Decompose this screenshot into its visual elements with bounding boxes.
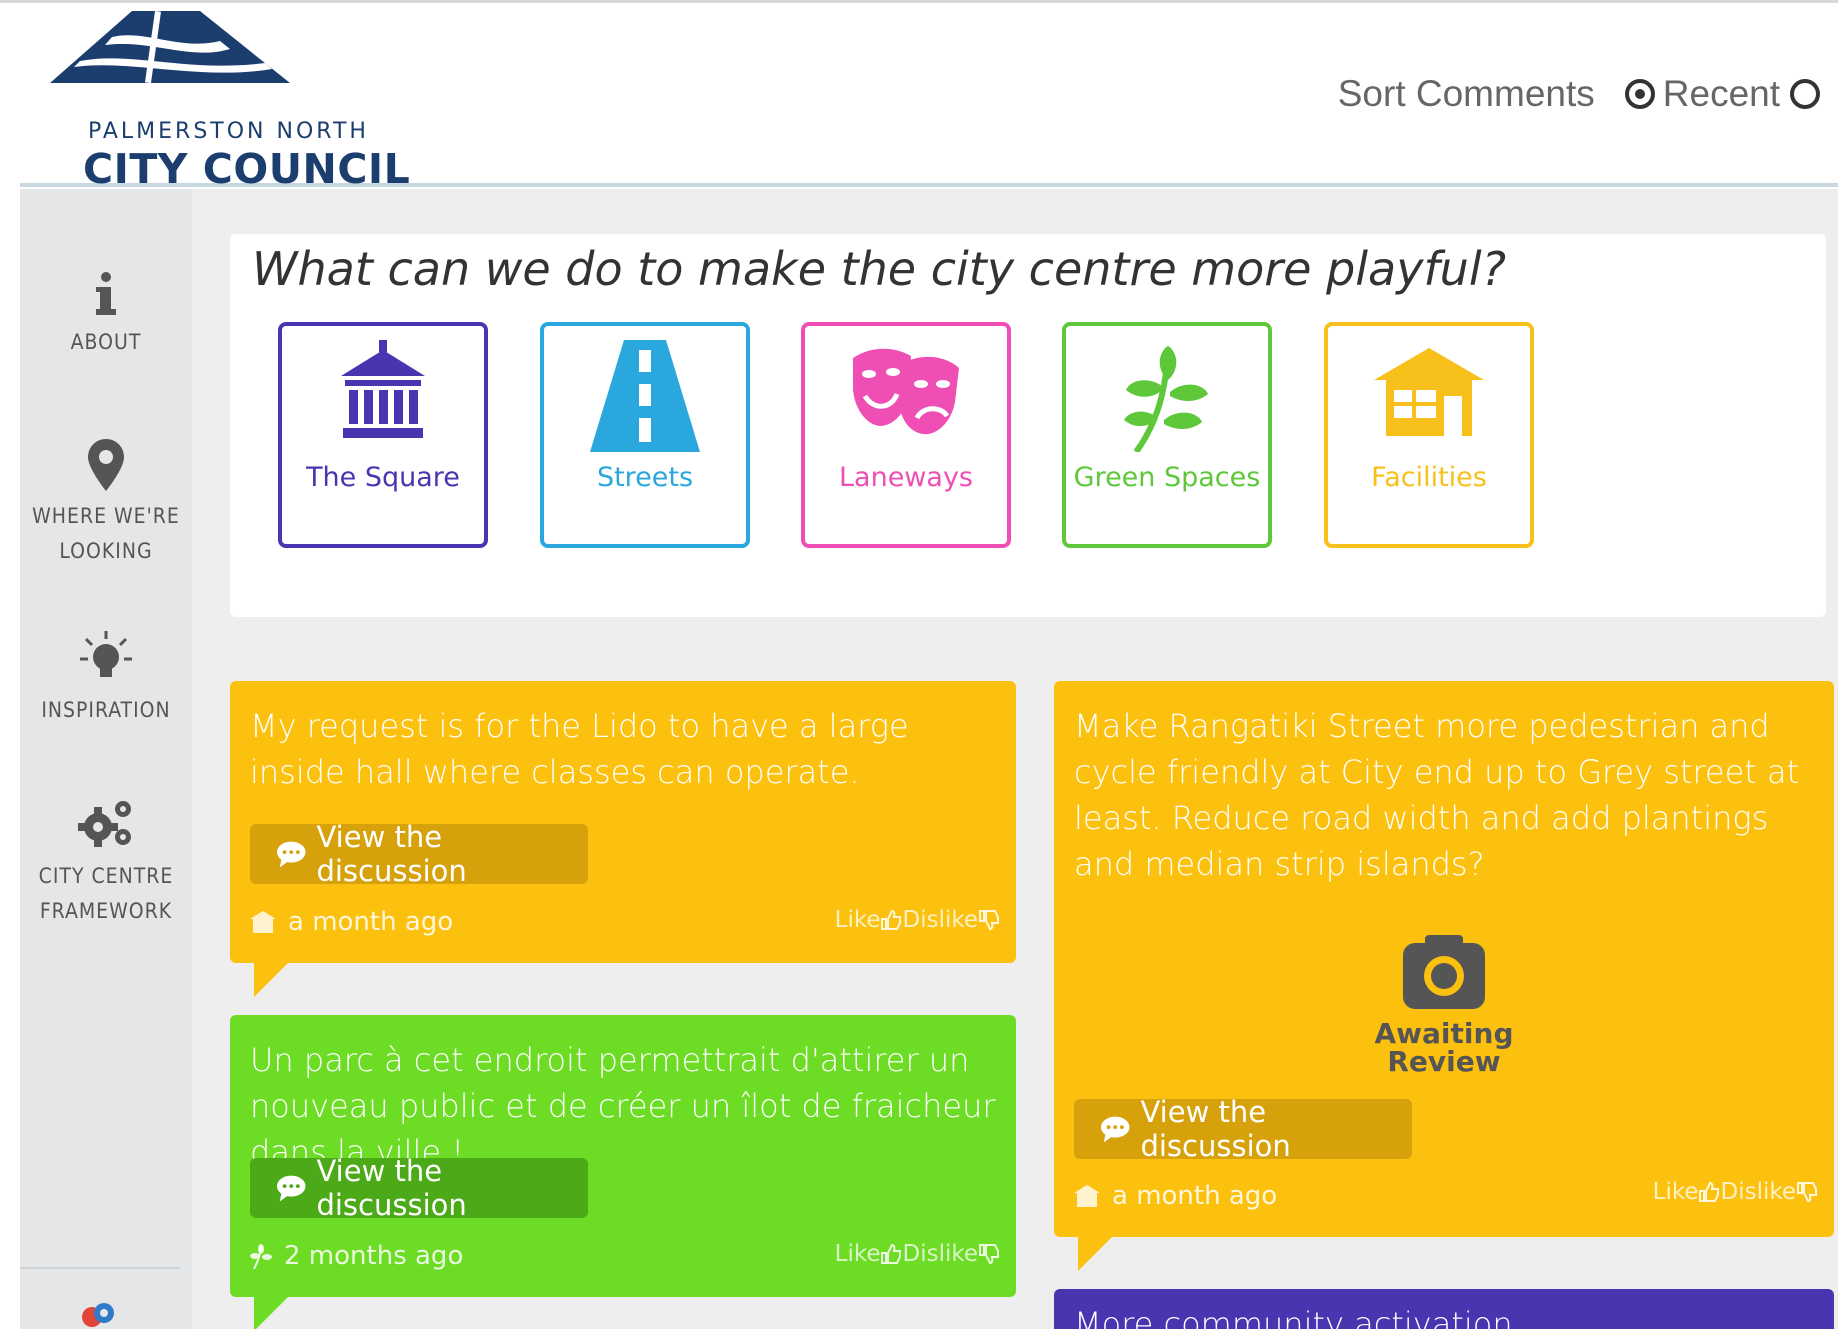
category-green-spaces[interactable]: Green Spaces xyxy=(1062,322,1272,548)
dislike-button[interactable]: Dislike xyxy=(902,1241,1000,1267)
info-icon xyxy=(96,272,116,315)
location-pins-icon[interactable] xyxy=(78,1301,124,1329)
sort-recent-radio[interactable] xyxy=(1624,79,1655,109)
comment-meta: 2 months ago xyxy=(250,1241,463,1271)
building-columns-icon xyxy=(341,340,425,438)
category-label: Streets xyxy=(596,462,694,493)
site-header: PALMERSTON NORTH CITY COUNCIL Sort Comme… xyxy=(20,3,1838,193)
category-facilities[interactable]: Facilities xyxy=(1324,322,1534,548)
map-pin-icon xyxy=(88,439,124,491)
thumbs-down-icon xyxy=(979,1244,999,1265)
dislike-button[interactable]: Dislike xyxy=(1720,1179,1818,1205)
sort-option-radio[interactable] xyxy=(1790,79,1820,109)
comment-time: a month ago xyxy=(1112,1181,1278,1211)
sidebar-item-label: ABOUT xyxy=(70,330,142,354)
comment-meta: a month ago xyxy=(250,907,453,937)
button-label: View the discussion xyxy=(316,820,467,888)
category-label: Facilities xyxy=(1371,462,1487,493)
sidebar-item-about[interactable]: ABOUT xyxy=(20,271,192,360)
category-the-square[interactable]: The Square xyxy=(278,322,488,548)
logo-mark-icon xyxy=(50,11,290,84)
comment-meta: a month ago xyxy=(1074,1181,1277,1211)
awaiting-review-badge: Awaiting Review xyxy=(1364,935,1524,1076)
like-dislike: Like Dislike xyxy=(835,907,1000,933)
sidebar-item-where-were-looking[interactable]: WHERE WE'RE LOOKING xyxy=(20,439,192,569)
category-label: Green Spaces xyxy=(1073,462,1261,493)
sidebar-divider xyxy=(20,1267,180,1269)
comment-card: My request is for the Lido to have a lar… xyxy=(230,681,1016,997)
category-laneways[interactable]: Laneways xyxy=(801,322,1011,548)
comment-text: My request is for the Lido to have a lar… xyxy=(250,707,909,791)
logo-line1: PALMERSTON NORTH xyxy=(88,119,369,144)
card-tail xyxy=(254,963,288,997)
sidebar-item-label: CITY CENTRE FRAMEWORK xyxy=(38,864,174,923)
thumbs-up-icon xyxy=(881,909,902,930)
sidebar: ABOUT WHERE WE'RE LOOKING INSPIRATION CI… xyxy=(20,189,192,1329)
thumbs-up-icon xyxy=(881,1243,902,1264)
sidebar-item-city-centre-framework[interactable]: CITY CENTRE FRAMEWORK xyxy=(20,795,192,929)
speech-bubble-icon xyxy=(1100,1116,1130,1143)
logo-line2: CITY COUNCIL xyxy=(83,145,411,193)
comment-time: a month ago xyxy=(288,907,454,937)
comment-text: Make Rangatiki Street more pedestrian an… xyxy=(1074,707,1800,883)
card-tail xyxy=(1078,1237,1112,1271)
comment-card: More community activation xyxy=(1054,1289,1834,1329)
like-button[interactable]: Like xyxy=(835,907,903,933)
road-icon xyxy=(590,340,700,452)
card-tail xyxy=(254,1297,288,1329)
camera-icon xyxy=(1403,935,1485,1009)
thumbs-up-icon xyxy=(1699,1181,1720,1202)
gears-icon xyxy=(78,801,131,847)
view-discussion-button[interactable]: View the discussion xyxy=(1074,1095,1412,1163)
plant-icon xyxy=(1124,346,1208,452)
theatre-masks-icon xyxy=(853,348,959,435)
category-label: Laneways xyxy=(839,462,973,493)
page-title: What can we do to make the city centre m… xyxy=(252,242,1507,296)
sort-comments: Sort Comments Recent xyxy=(1338,73,1828,115)
awaiting-line1: Awaiting xyxy=(1374,1017,1514,1050)
thumbs-down-icon xyxy=(979,910,999,931)
category-label: The Square xyxy=(306,462,460,493)
comment-text: More community activation xyxy=(1074,1305,1513,1329)
like-button[interactable]: Like xyxy=(1653,1179,1721,1205)
council-logo[interactable]: PALMERSTON NORTH CITY COUNCIL xyxy=(50,11,410,193)
button-label: View the discussion xyxy=(1140,1095,1291,1163)
sidebar-item-label: WHERE WE'RE LOOKING xyxy=(32,504,180,563)
awaiting-line2: Review xyxy=(1387,1045,1501,1078)
comment-card: Un parc à cet endroit permettrait d'atti… xyxy=(230,1015,1016,1329)
plant-icon xyxy=(250,1244,272,1269)
category-streets[interactable]: Streets xyxy=(540,322,750,548)
speech-bubble-icon xyxy=(276,1175,306,1202)
like-button[interactable]: Like xyxy=(835,1241,903,1267)
house-icon xyxy=(250,911,276,933)
sort-label: Sort Comments xyxy=(1337,73,1595,114)
sort-recent-label[interactable]: Recent xyxy=(1663,73,1780,115)
comment-time: 2 months ago xyxy=(284,1241,464,1271)
house-icon xyxy=(1074,1185,1100,1207)
comment-card: Make Rangatiki Street more pedestrian an… xyxy=(1054,681,1834,1271)
thumbs-down-icon xyxy=(1797,1182,1817,1203)
speech-bubble-icon xyxy=(276,841,306,868)
view-discussion-button[interactable]: View the discussion xyxy=(250,1154,588,1222)
question-panel: What can we do to make the city centre m… xyxy=(230,234,1826,617)
like-dislike: Like Dislike xyxy=(835,1241,1000,1267)
lightbulb-icon xyxy=(80,631,132,677)
dislike-button[interactable]: Dislike xyxy=(902,907,1000,933)
sidebar-item-label: INSPIRATION xyxy=(41,698,171,722)
house-icon xyxy=(1374,348,1484,436)
main-content: What can we do to make the city centre m… xyxy=(192,189,1838,1329)
button-label: View the discussion xyxy=(316,1154,467,1222)
sidebar-item-inspiration[interactable]: INSPIRATION xyxy=(20,629,192,728)
view-discussion-button[interactable]: View the discussion xyxy=(250,820,588,888)
like-dislike: Like Dislike xyxy=(1653,1179,1818,1205)
